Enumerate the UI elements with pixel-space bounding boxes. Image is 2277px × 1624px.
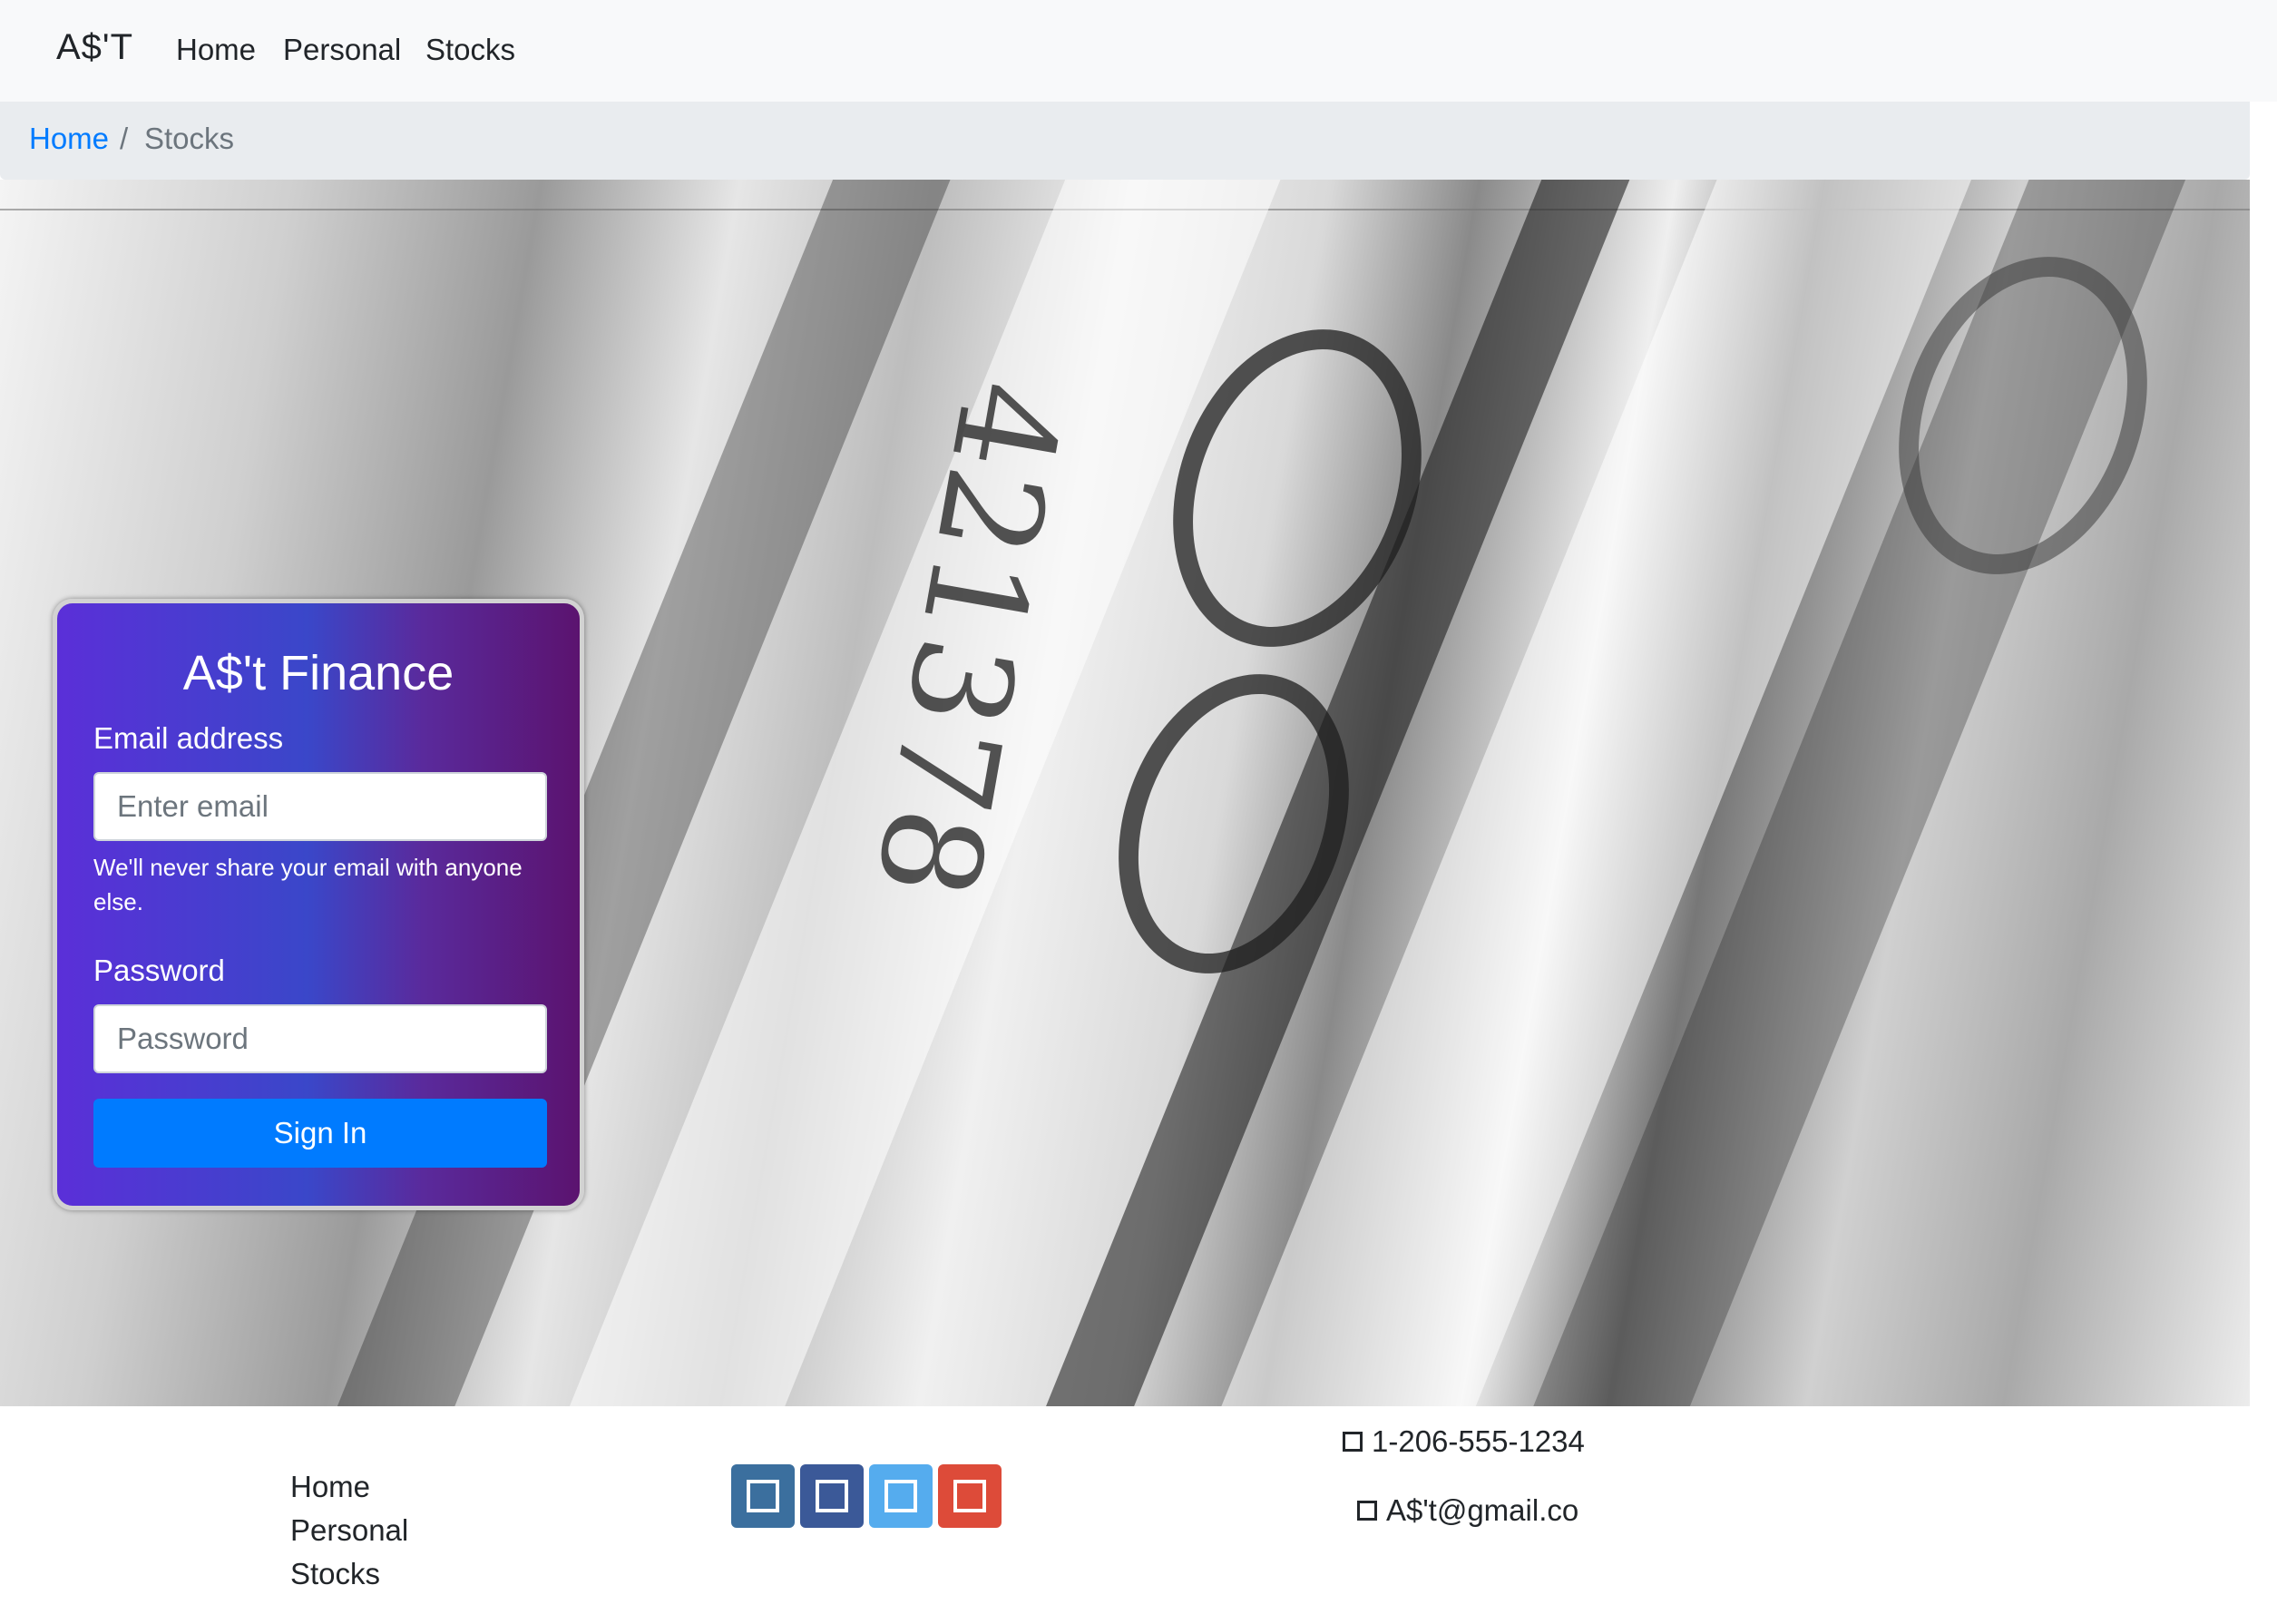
phone-icon (1343, 1432, 1363, 1452)
breadcrumb-separator: / (120, 122, 129, 155)
login-title: A$'t Finance (182, 646, 454, 700)
nav-link-stocks[interactable]: Stocks (425, 33, 515, 67)
footer-link-stocks[interactable]: Stocks (290, 1557, 380, 1591)
email-icon (1357, 1501, 1377, 1521)
contact-email: A$'t@gmail.co (1357, 1493, 1578, 1528)
footer-link-home[interactable]: Home (290, 1470, 370, 1504)
twitter-icon (884, 1480, 917, 1512)
nav-link-home[interactable]: Home (176, 33, 256, 67)
email-help-text: We'll never share your email with anyone… (93, 854, 523, 915)
email-input[interactable] (93, 772, 547, 841)
footer-link-personal[interactable]: Personal (290, 1513, 408, 1548)
email-label: Email address (93, 721, 284, 755)
linkedin-button[interactable] (731, 1464, 795, 1528)
google-plus-button[interactable] (938, 1464, 1002, 1528)
breadcrumb-home-link[interactable]: Home (29, 122, 109, 156)
email-address[interactable]: A$'t@gmail.co (1386, 1493, 1578, 1528)
password-input[interactable] (93, 1004, 547, 1073)
twitter-button[interactable] (869, 1464, 933, 1528)
contact-phone: 1-206-555-1234 (1343, 1424, 1585, 1459)
google-plus-icon (953, 1480, 986, 1512)
password-label: Password (93, 954, 225, 987)
brand-logo[interactable]: A$'T (56, 27, 133, 68)
facebook-button[interactable] (800, 1464, 864, 1528)
navbar: A$'T Home Personal Stocks (0, 0, 2277, 102)
facebook-icon (816, 1480, 848, 1512)
breadcrumb: Home / Stocks (0, 102, 2250, 180)
sign-in-button[interactable]: Sign In (93, 1099, 547, 1168)
linkedin-icon (747, 1480, 779, 1512)
breadcrumb-current: Stocks (144, 122, 235, 155)
phone-number: 1-206-555-1234 (1372, 1424, 1585, 1458)
nav-link-personal[interactable]: Personal (283, 33, 401, 67)
login-card: A$'t Finance Email address We'll never s… (53, 599, 584, 1210)
